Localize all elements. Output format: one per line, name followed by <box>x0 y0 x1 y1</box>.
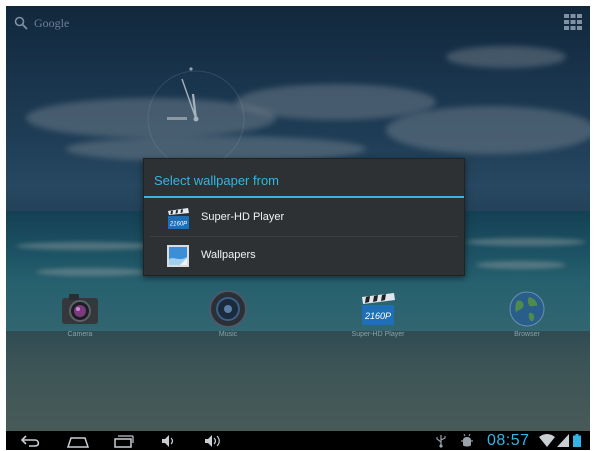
clock-time[interactable]: 08:57 <box>487 432 530 450</box>
battery-icon <box>573 434 581 447</box>
usb-icon <box>436 435 446 448</box>
dialog-item-label: Wallpapers <box>201 249 256 261</box>
home-icon[interactable] <box>66 434 90 448</box>
select-wallpaper-dialog: Select wallpaper from 2160P Super-HD Pla… <box>143 158 465 276</box>
back-icon[interactable] <box>20 434 42 448</box>
dialog-item-label: Super-HD Player <box>201 211 285 223</box>
wifi-icon <box>539 434 555 447</box>
app-camera[interactable]: Camera <box>40 289 120 345</box>
app-label: Super-HD Player <box>351 331 405 338</box>
google-search-label[interactable]: Google <box>34 16 69 31</box>
app-label: Camera <box>67 331 93 338</box>
app-music[interactable]: Music <box>188 289 268 345</box>
home-screen: Google Camera Music 2160P Super-HD Playe… <box>6 6 590 450</box>
app-super-hd-player[interactable]: 2160P Super-HD Player <box>338 289 418 345</box>
volume-down-icon[interactable] <box>161 434 177 448</box>
app-label: Music <box>218 331 238 338</box>
system-bar: 08:57 <box>6 431 590 450</box>
debug-icon <box>461 434 473 447</box>
recent-apps-icon[interactable] <box>112 434 134 448</box>
camera-icon <box>62 294 98 324</box>
signal-icon <box>557 434 569 447</box>
globe-icon <box>509 291 545 327</box>
hd-player-icon: 2160P <box>362 293 395 325</box>
volume-up-icon[interactable] <box>204 434 224 448</box>
dialog-title-divider <box>144 196 464 198</box>
dialog-title: Select wallpaper from <box>154 173 279 188</box>
search-icon[interactable] <box>14 16 28 30</box>
all-apps-icon[interactable] <box>564 14 582 30</box>
dialog-item-super-hd-player[interactable]: 2160P Super-HD Player <box>144 199 464 237</box>
app-browser[interactable]: Browser <box>487 289 567 345</box>
svg-text:2160P: 2160P <box>364 311 391 321</box>
svg-text:2160P: 2160P <box>169 222 187 228</box>
music-icon <box>209 290 247 328</box>
hd-player-icon: 2160P <box>168 208 189 229</box>
wallpapers-icon <box>167 245 189 267</box>
app-label: Browser <box>514 331 540 338</box>
dialog-item-wallpapers[interactable]: Wallpapers <box>144 237 464 275</box>
